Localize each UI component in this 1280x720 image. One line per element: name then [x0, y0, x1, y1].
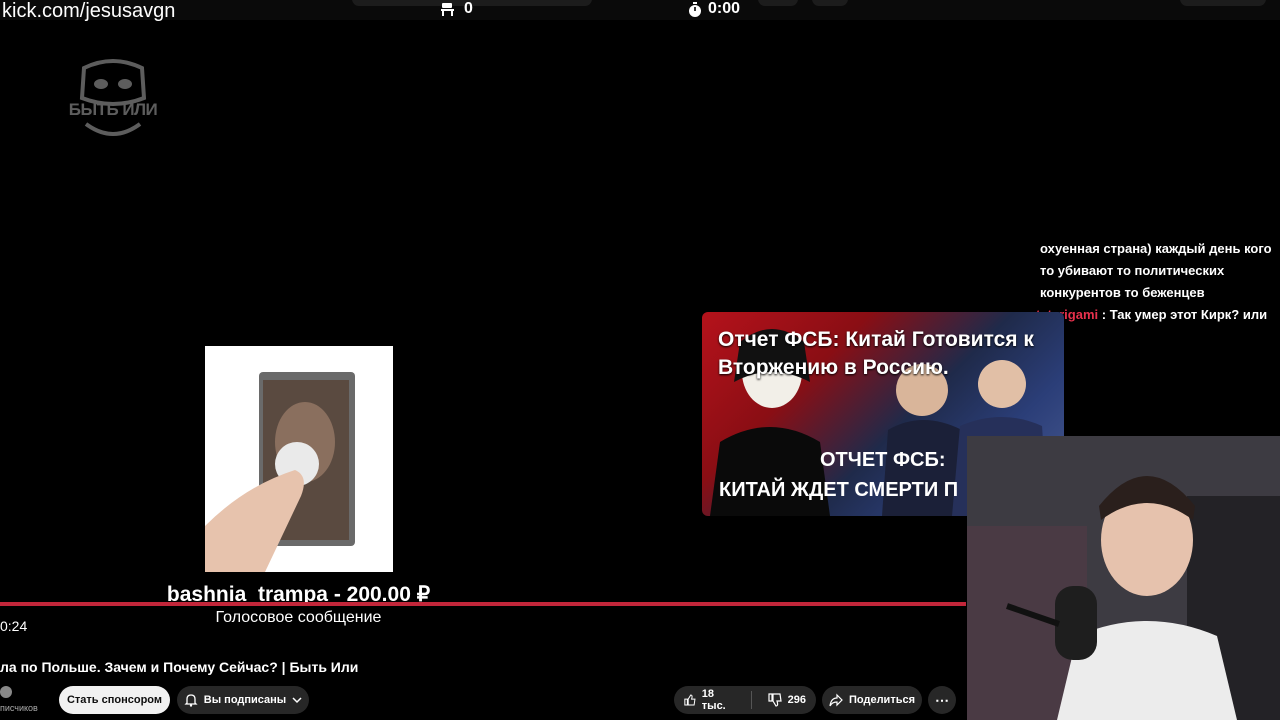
seat-counter: 0 [440, 0, 473, 18]
donation-subtitle: Голосовое сообщение [215, 609, 382, 626]
like-button[interactable]: 18 тыс. [674, 686, 745, 714]
channel-watermark-logo: БЫТЬ ИЛИ [66, 58, 160, 144]
stream-top-bar [0, 0, 1280, 20]
bell-icon [184, 694, 198, 707]
stream-timer-value: 0:00 [708, 0, 741, 17]
like-count: 18 тыс. [701, 688, 726, 712]
thumbs-up-icon [684, 694, 696, 706]
stopwatch-icon [689, 1, 701, 17]
stream-url-label: kick.com/jesusavgn [2, 0, 176, 22]
webcam-image [967, 436, 1280, 720]
channel-logo-text: БЫТЬ ИЛИ [68, 100, 158, 119]
share-icon [829, 693, 843, 707]
thumbnail-caption-line2: КИТАЙ ЖДЕТ СМЕРТИ П [719, 479, 959, 501]
chat-overlay: охуенная страна) каждый день кого то уби… [1036, 238, 1276, 348]
more-actions-button[interactable]: ⋯ [928, 686, 956, 714]
more-icon: ⋯ [935, 691, 949, 708]
subscribed-button-label: Вы подписаны [203, 694, 287, 706]
like-dislike-group: 18 тыс. 296 [674, 686, 816, 714]
top-create-button[interactable] [1180, 0, 1266, 6]
thumbs-down-icon [768, 693, 782, 707]
sponsor-button-label: Стать спонсором [66, 694, 163, 706]
top-search-button[interactable] [758, 0, 798, 6]
top-mic-button[interactable] [812, 0, 848, 6]
thumbnail-caption-line1: ОТЧЕТ ФСБ: [820, 449, 946, 471]
chair-icon [441, 3, 454, 16]
share-button[interactable]: Поделиться [822, 686, 922, 714]
video-progress-bar[interactable] [0, 602, 966, 606]
video-current-time: 0:24 [0, 618, 28, 634]
doorbell-meme-image [205, 372, 355, 572]
channel-avatar[interactable] [0, 686, 12, 698]
dislike-button[interactable]: 296 [758, 686, 816, 714]
seat-counter-value: 0 [464, 0, 473, 17]
chat-message: tatarigami : Так умер этот Кирк? или не? [1036, 304, 1272, 348]
streamer-webcam [967, 436, 1280, 720]
like-divider [750, 691, 752, 709]
share-button-label: Поделиться [848, 694, 916, 706]
chat-text: охуенная страна) каждый день кого то уби… [1040, 241, 1272, 300]
subscriber-count: писчиков [0, 703, 38, 713]
chevron-down-icon [292, 697, 302, 704]
chat-message: охуенная страна) каждый день кого то уби… [1040, 238, 1276, 304]
video-title: ла по Польше. Зачем и Почему Сейчас? | Б… [0, 659, 359, 675]
dislike-count: 296 [787, 694, 806, 706]
donation-image [205, 346, 393, 572]
sponsor-button[interactable]: Стать спонсором [59, 686, 170, 714]
stream-timer: 0:00 [688, 0, 740, 18]
subscribed-button[interactable]: Вы подписаны [177, 686, 309, 714]
thumbnail-title: Отчет ФСБ: Китай Готовится к Вторжению в… [718, 328, 1034, 379]
